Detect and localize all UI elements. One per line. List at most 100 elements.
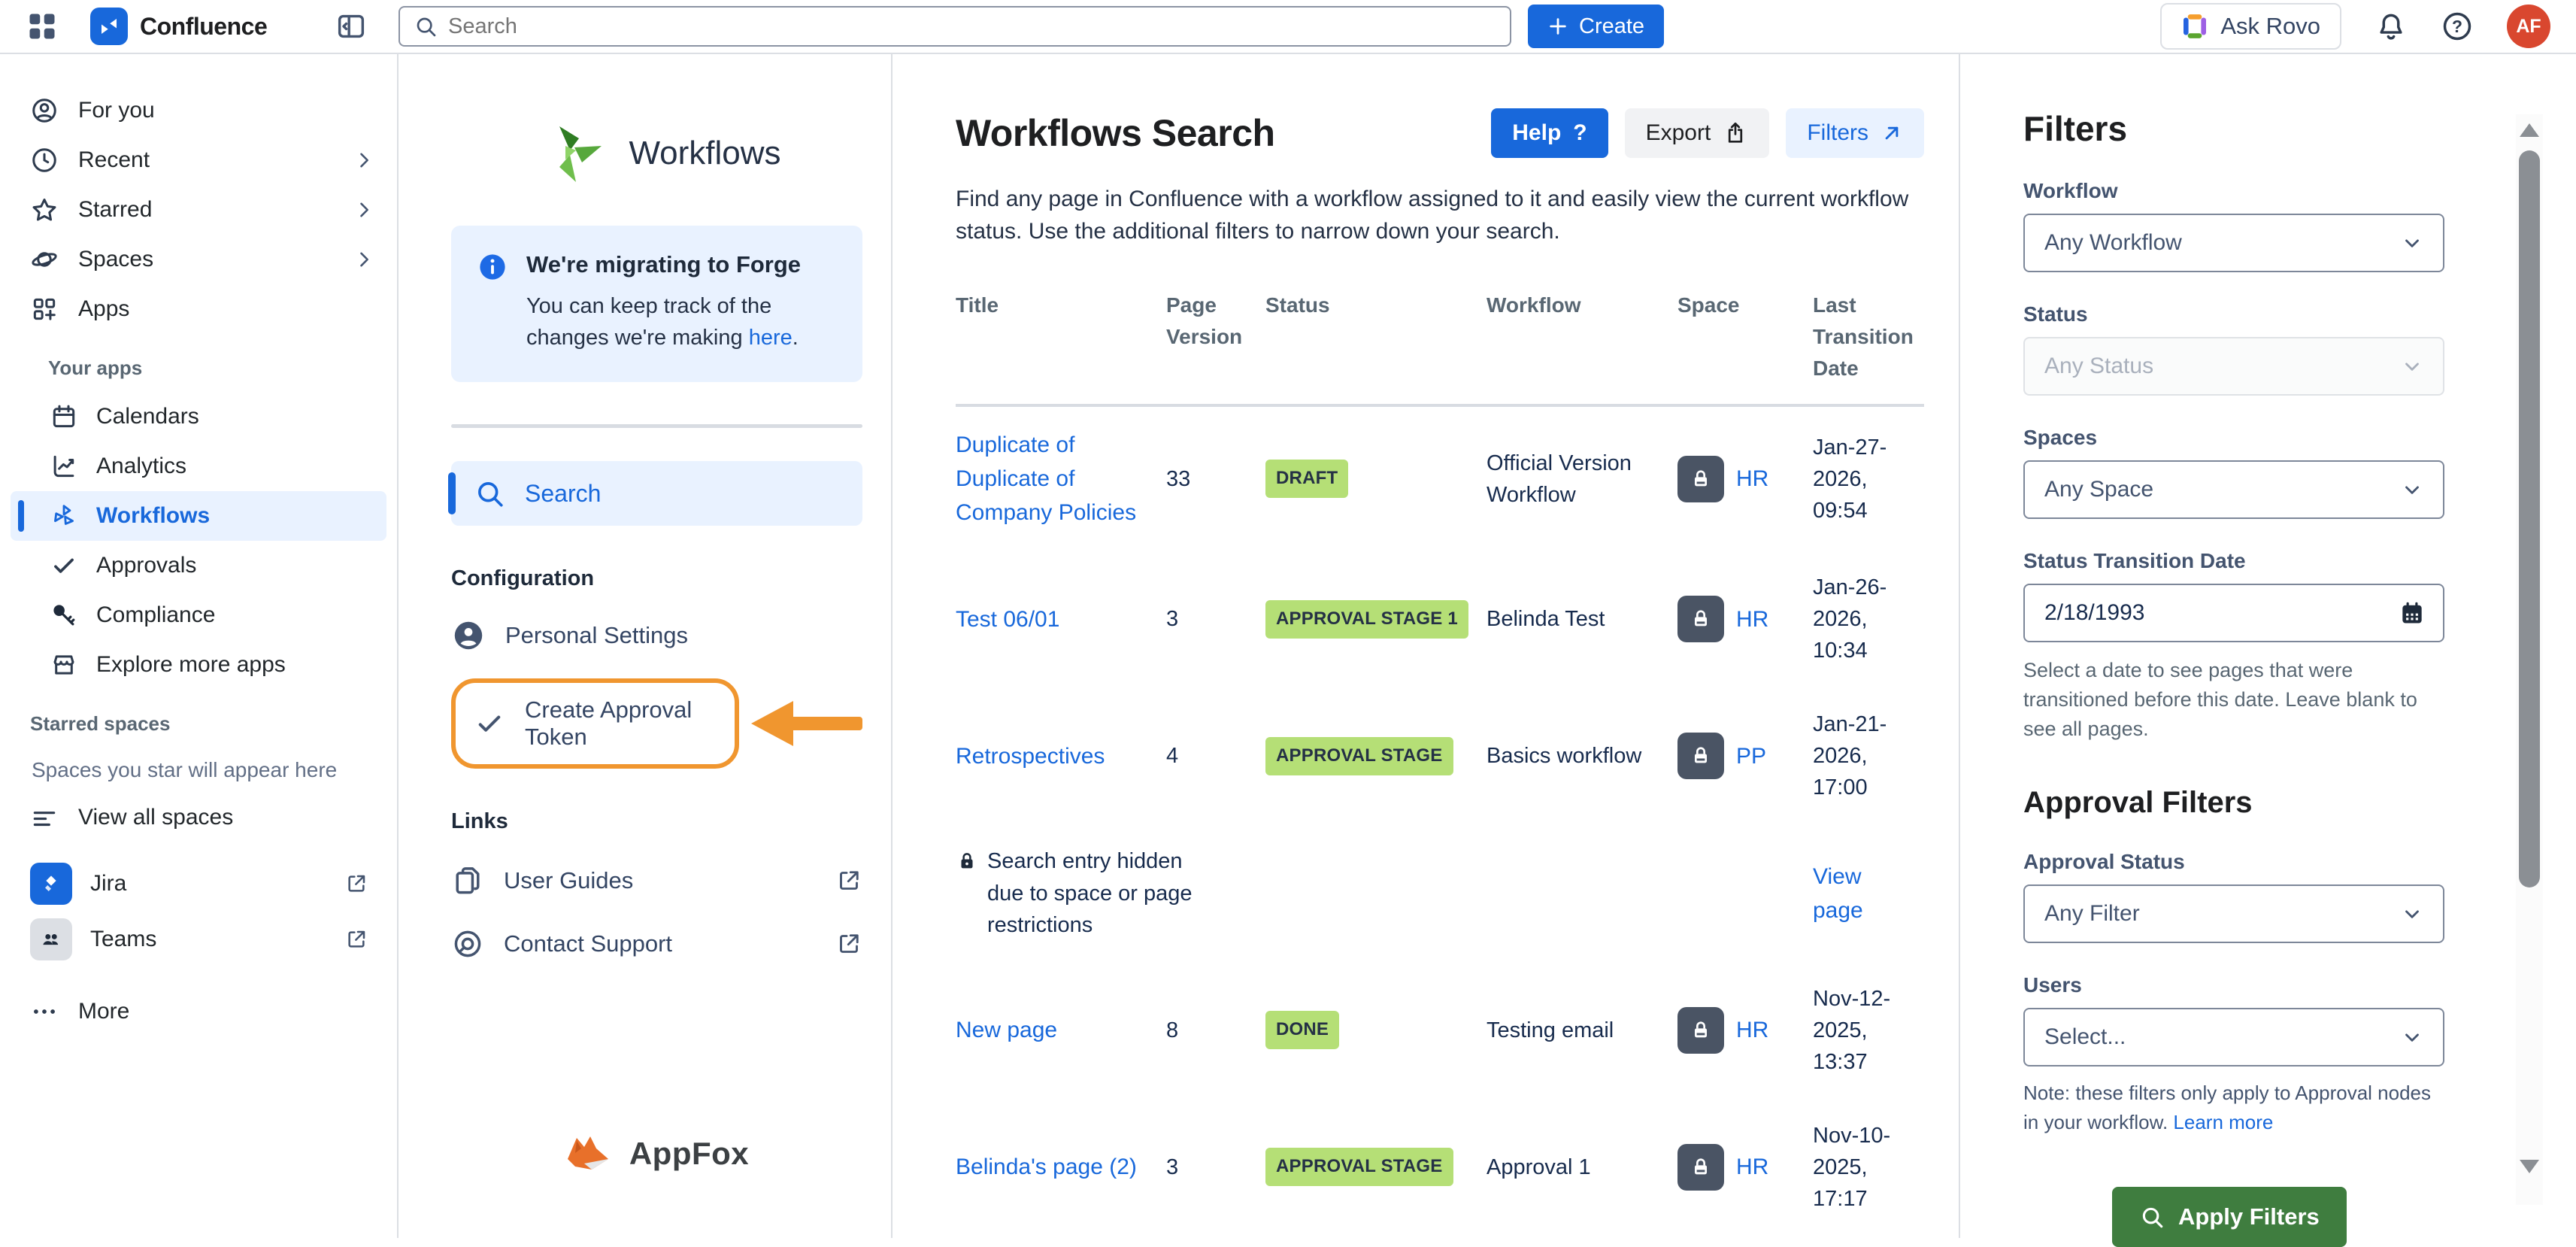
workflow-name: Testing email [1487, 1015, 1661, 1046]
star-icon [30, 196, 59, 224]
sidebar-item-label: Explore more apps [96, 652, 286, 678]
help-button[interactable]: Help ? [1491, 108, 1608, 158]
table-row: Retrospectives 4 APPROVAL STAGE Basics w… [956, 687, 1924, 824]
sidebar-item-recent[interactable]: Recent [0, 135, 397, 185]
status-badge: APPROVAL STAGE [1265, 1148, 1453, 1186]
space-avatar-lock-icon [1677, 1007, 1724, 1054]
page-link[interactable]: Retrospectives [956, 744, 1105, 769]
view-all-spaces-button[interactable]: View all spaces [0, 793, 397, 842]
sidebar-link-jira[interactable]: Jira [0, 856, 397, 912]
chevron-down-icon [2401, 1026, 2423, 1048]
sidebar-item-more[interactable]: More [0, 987, 397, 1036]
jira-logo [30, 863, 72, 905]
users-filter-select[interactable]: Select... [2023, 1008, 2444, 1066]
filters-link-button[interactable]: Filters [1786, 108, 1924, 158]
space-link[interactable]: HR [1736, 1014, 1768, 1047]
sidebar-item-label: Spaces [78, 247, 153, 272]
sidebar-item-spaces[interactable]: Spaces [0, 235, 397, 284]
sidebar-link-teams[interactable]: Teams [0, 912, 397, 967]
chevron-right-icon [353, 249, 374, 270]
scroll-up-arrow-icon[interactable] [2520, 123, 2539, 137]
page-version: 3 [1166, 603, 1249, 635]
sidebar-item-for-you[interactable]: For you [0, 86, 397, 135]
export-button[interactable]: Export [1625, 108, 1770, 158]
apply-filters-button[interactable]: Apply Filters [2112, 1187, 2347, 1247]
scroll-down-arrow-icon[interactable] [2520, 1160, 2539, 1173]
export-label: Export [1646, 120, 1711, 146]
space-link[interactable]: HR [1736, 1151, 1768, 1184]
learn-more-link[interactable]: Learn more [2173, 1111, 2273, 1133]
help-button[interactable]: ? [2441, 10, 2474, 43]
workflows-brand: Workflows [451, 113, 862, 194]
create-label: Create [1579, 14, 1644, 39]
sidebar-item-apps[interactable]: Apps [0, 284, 397, 334]
create-approval-token-item[interactable]: Create Approval Token [451, 678, 739, 769]
search-input[interactable] [448, 14, 1496, 39]
contact-support-link[interactable]: Contact Support [451, 927, 862, 960]
notifications-button[interactable] [2374, 10, 2408, 43]
page-link[interactable]: New page [956, 1018, 1057, 1042]
workflow-filter-select[interactable]: Any Workflow [2023, 214, 2444, 272]
workflow-filter-label: Workflow [2023, 179, 2576, 203]
rovo-icon [2181, 13, 2208, 40]
page-version: 33 [1166, 463, 1249, 495]
sidebar-item-calendars[interactable]: Calendars [0, 392, 397, 441]
appnav-search-item[interactable]: Search [451, 461, 862, 526]
topbar-right: Ask Rovo ? AF [2160, 3, 2576, 50]
scrollbar-thumb[interactable] [2519, 150, 2540, 887]
sidebar-item-approvals[interactable]: Approvals [0, 541, 397, 590]
status-filter-select[interactable]: Any Status [2023, 337, 2444, 396]
page-link[interactable]: Test 06/01 [956, 607, 1059, 632]
sidebar-item-compliance[interactable]: Compliance [0, 590, 397, 640]
external-link-icon [835, 867, 862, 894]
page-link[interactable]: Duplicate of Duplicate of Company Polici… [956, 432, 1136, 525]
filters-panel: Filters Workflow Any Workflow Status Any… [1960, 54, 2576, 1238]
sidebar-item-workflows[interactable]: Workflows [11, 491, 386, 541]
workflow-name: Official Version Workflow [1487, 448, 1661, 511]
approval-status-select[interactable]: Any Filter [2023, 884, 2444, 943]
space-link[interactable]: HR [1736, 603, 1768, 636]
sidebar-item-label: View all spaces [78, 805, 233, 830]
global-search[interactable] [399, 6, 1511, 47]
personal-settings-item[interactable]: Personal Settings [451, 618, 862, 653]
ask-rovo-button[interactable]: Ask Rovo [2160, 3, 2341, 50]
page-link[interactable]: Belinda's page (2) [956, 1154, 1137, 1179]
life-ring-icon [451, 927, 484, 960]
user-avatar[interactable]: AF [2507, 5, 2550, 48]
appfox-name: AppFox [629, 1136, 749, 1172]
pages-copy-icon [451, 864, 484, 897]
spaces-filter-label: Spaces [2023, 426, 2576, 450]
export-share-icon [1723, 120, 1748, 146]
transition-date-label: Status Transition Date [2023, 549, 2576, 573]
transition-date-field[interactable] [2023, 584, 2444, 642]
teams-icon [30, 918, 72, 960]
transition-date-input[interactable] [2044, 600, 2398, 626]
external-link-icon [344, 872, 368, 896]
approval-status-label: Approval Status [2023, 850, 2576, 874]
spaces-filter-select[interactable]: Any Space [2023, 460, 2444, 519]
sidebar-item-starred[interactable]: Starred [0, 185, 397, 235]
sidebar-item-label: Apps [78, 296, 129, 322]
banner-suffix: . [792, 326, 799, 350]
external-link-icon [344, 927, 368, 951]
filters-link-label: Filters [1807, 120, 1868, 146]
space-link[interactable]: HR [1736, 463, 1768, 496]
banner-here-link[interactable]: here [749, 326, 792, 350]
person-circle-filled-icon [451, 618, 486, 653]
list-lines-icon [30, 803, 59, 832]
view-page-link[interactable]: View page [1813, 860, 1876, 927]
sidebar-item-analytics[interactable]: Analytics [0, 441, 397, 491]
question-glyph: ? [1573, 120, 1587, 146]
create-button[interactable]: Create [1528, 5, 1664, 48]
sidebar-item-explore-more-apps[interactable]: Explore more apps [0, 640, 397, 690]
app-switcher-button[interactable] [26, 10, 59, 43]
confluence-logo[interactable]: Confluence [90, 8, 267, 45]
last-transition-date: Jan-26-2026, 10:34 [1813, 572, 1927, 666]
user-guides-link[interactable]: User Guides [451, 864, 862, 897]
space-link[interactable]: PP [1736, 740, 1766, 773]
help-label: Help [1512, 120, 1561, 146]
sidebar-item-label: Recent [78, 147, 150, 173]
configuration-section-label: Configuration [451, 566, 862, 591]
sidebar-collapse-button[interactable] [334, 9, 368, 44]
vertical-scrollbar[interactable] [2516, 114, 2543, 1205]
